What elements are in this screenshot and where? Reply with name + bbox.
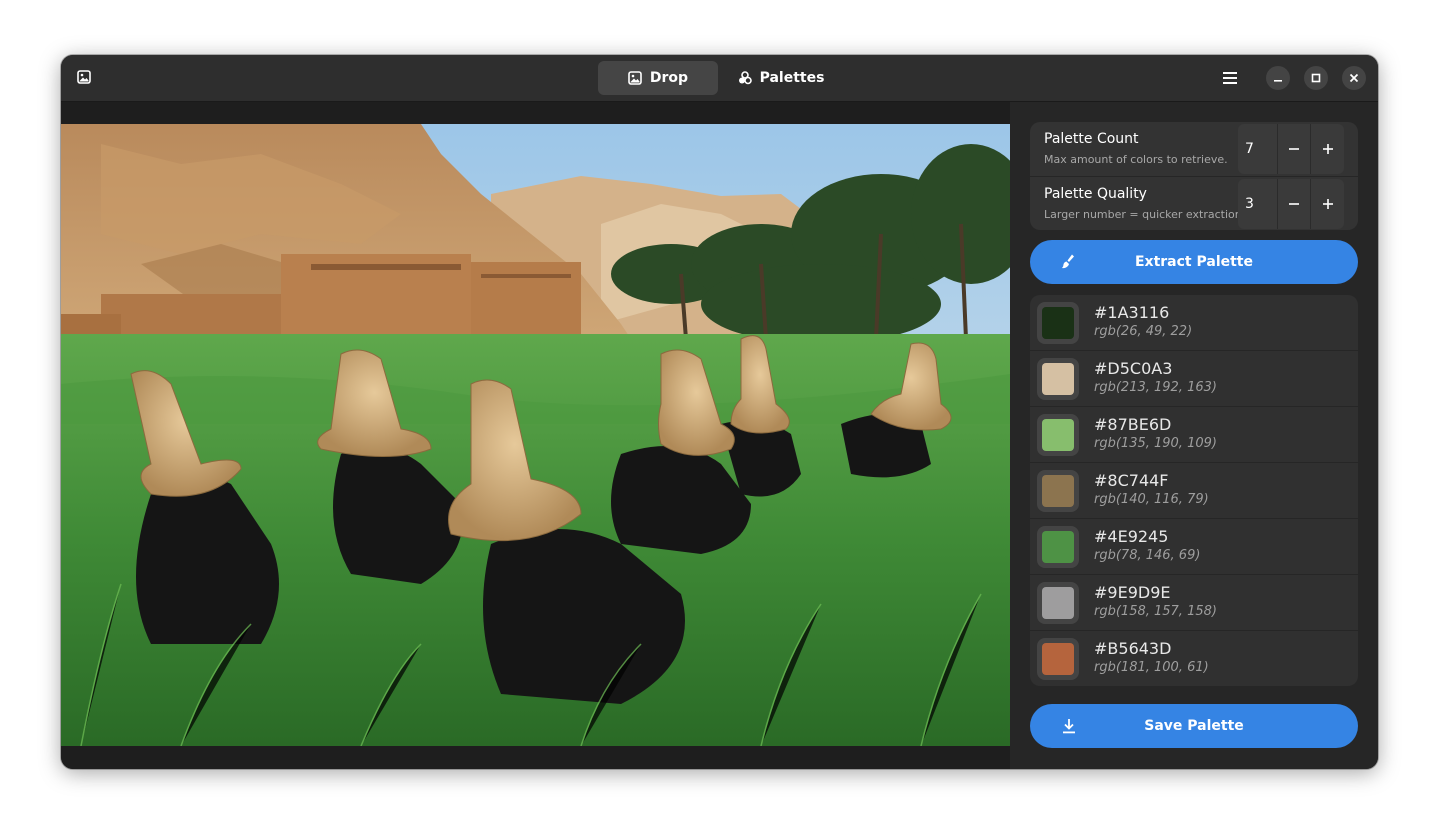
headerbar: Drop Palettes: [61, 55, 1378, 102]
palette-color-row[interactable]: #9E9D9E rgb(158, 157, 158): [1030, 575, 1358, 631]
dropped-photo: [61, 124, 1010, 746]
color-swatch: [1042, 363, 1074, 395]
close-icon: [1349, 73, 1359, 83]
color-swatch-frame: [1037, 414, 1079, 456]
palette-count-row: Palette Count Max amount of colors to re…: [1030, 122, 1358, 176]
image-drop-area[interactable]: [61, 102, 1010, 769]
palette-count-subtitle: Max amount of colors to retrieve.: [1044, 153, 1228, 166]
color-hex-value: #4E9245: [1094, 527, 1169, 546]
maximize-icon: [1311, 73, 1321, 83]
color-hex-value: #87BE6D: [1094, 415, 1172, 434]
color-swatch: [1042, 531, 1074, 563]
save-palette-label: Save Palette: [1144, 718, 1244, 734]
color-swatch: [1042, 419, 1074, 451]
color-hex-value: #D5C0A3: [1094, 359, 1173, 378]
minus-icon: [1289, 203, 1299, 205]
color-hex-value: #1A3116: [1094, 303, 1170, 322]
window-controls: [1218, 66, 1366, 90]
palette-count-decrement-button[interactable]: [1277, 124, 1311, 174]
palette-count-spinbutton: 7: [1238, 124, 1344, 174]
color-rgb-value: rgb(181, 100, 61): [1094, 660, 1209, 675]
extract-palette-label: Extract Palette: [1134, 254, 1253, 270]
palette-count-title: Palette Count: [1044, 131, 1139, 147]
minimize-icon: [1274, 80, 1282, 82]
palette-count-value[interactable]: 7: [1238, 124, 1278, 174]
color-hex-value: #9E9D9E: [1094, 583, 1171, 602]
palette-quality-title: Palette Quality: [1044, 186, 1147, 202]
palette-quality-decrement-button[interactable]: [1277, 179, 1311, 229]
palette-color-row[interactable]: #8C744F rgb(140, 116, 79): [1030, 463, 1358, 519]
palette-quality-row: Palette Quality Larger number = quicker …: [1030, 176, 1358, 230]
tab-palettes-label: Palettes: [759, 70, 825, 86]
color-rgb-value: rgb(158, 157, 158): [1094, 604, 1217, 619]
sidebar: Palette Count Max amount of colors to re…: [1010, 102, 1378, 769]
plus-icon: [1322, 199, 1333, 209]
palette-color-row[interactable]: #B5643D rgb(181, 100, 61): [1030, 631, 1358, 686]
color-swatch-frame: [1037, 582, 1079, 624]
settings-group: Palette Count Max amount of colors to re…: [1030, 122, 1358, 230]
color-swatch-frame: [1037, 358, 1079, 400]
palette-quality-value[interactable]: 3: [1238, 179, 1278, 229]
palettes-icon: [738, 71, 752, 85]
palette-count-increment-button[interactable]: [1310, 124, 1344, 174]
download-icon: [1063, 719, 1075, 734]
color-swatch: [1042, 587, 1074, 619]
view-switcher: Drop Palettes: [598, 61, 840, 95]
tab-drop[interactable]: Drop: [598, 61, 718, 95]
brush-icon: [1062, 254, 1074, 269]
palette-color-row[interactable]: #1A3116 rgb(26, 49, 22): [1030, 295, 1358, 351]
color-rgb-value: rgb(135, 190, 109): [1094, 436, 1217, 451]
plus-icon: [1322, 144, 1333, 154]
minus-icon: [1289, 148, 1299, 150]
minimize-button[interactable]: [1266, 66, 1290, 90]
color-rgb-value: rgb(140, 116, 79): [1094, 492, 1209, 507]
tab-drop-label: Drop: [649, 70, 689, 86]
palette-list: #1A3116 rgb(26, 49, 22) #D5C0A3 rgb(213, 19…: [1030, 295, 1358, 686]
palette-color-row[interactable]: #D5C0A3 rgb(213, 192, 163): [1030, 351, 1358, 407]
main-content: Palette Count Max amount of colors to re…: [61, 102, 1378, 769]
app-window: Drop Palettes Palette Count Max amount o…: [61, 55, 1378, 769]
save-palette-button[interactable]: Save Palette: [1030, 704, 1358, 748]
image-icon: [628, 71, 642, 85]
hamburger-menu-icon: [1223, 72, 1237, 84]
tab-palettes[interactable]: Palettes: [722, 61, 840, 95]
color-rgb-value: rgb(78, 146, 69): [1094, 548, 1201, 563]
maximize-button[interactable]: [1304, 66, 1328, 90]
color-swatch-frame: [1037, 526, 1079, 568]
color-hex-value: #8C744F: [1094, 471, 1169, 490]
color-swatch-frame: [1037, 470, 1079, 512]
extract-palette-button[interactable]: Extract Palette: [1030, 240, 1358, 284]
main-menu-button[interactable]: [1218, 66, 1242, 90]
palette-quality-increment-button[interactable]: [1310, 179, 1344, 229]
palette-quality-spinbutton: 3: [1238, 179, 1344, 229]
color-swatch: [1042, 643, 1074, 675]
app-image-icon: [77, 70, 91, 84]
color-rgb-value: rgb(213, 192, 163): [1094, 380, 1217, 395]
color-hex-value: #B5643D: [1094, 639, 1172, 658]
color-swatch: [1042, 307, 1074, 339]
color-swatch-frame: [1037, 302, 1079, 344]
color-rgb-value: rgb(26, 49, 22): [1094, 324, 1193, 339]
color-swatch: [1042, 475, 1074, 507]
palette-color-row[interactable]: #4E9245 rgb(78, 146, 69): [1030, 519, 1358, 575]
palette-color-row[interactable]: #87BE6D rgb(135, 190, 109): [1030, 407, 1358, 463]
palette-quality-subtitle: Larger number = quicker extraction.: [1044, 208, 1246, 221]
close-button[interactable]: [1342, 66, 1366, 90]
color-swatch-frame: [1037, 638, 1079, 680]
